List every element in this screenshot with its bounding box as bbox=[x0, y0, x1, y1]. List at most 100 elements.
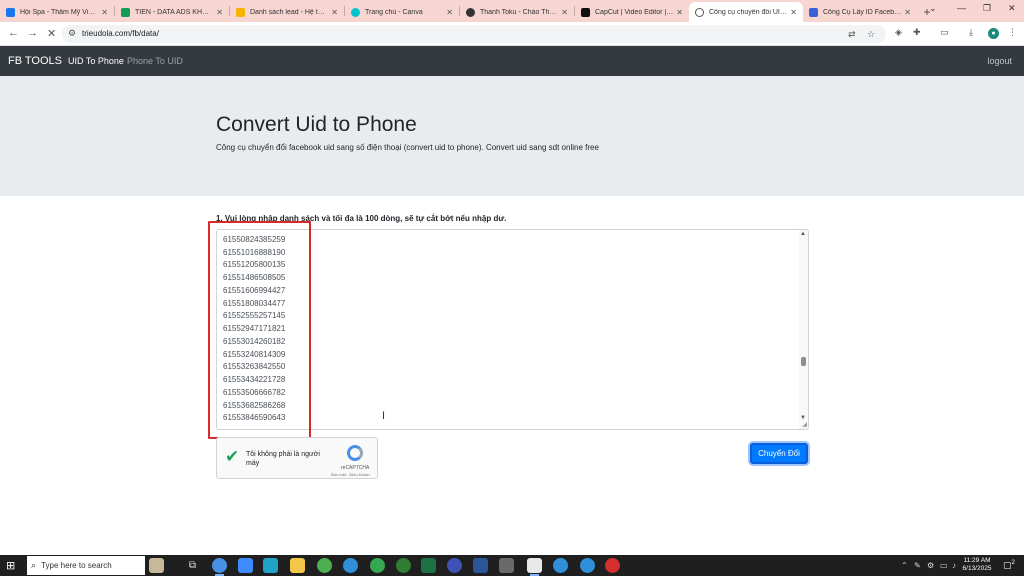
scroll-up-icon[interactable]: ▲ bbox=[800, 231, 806, 237]
cast-icon[interactable]: ▭ bbox=[940, 27, 949, 38]
recaptcha-brand: reCAPTCHA bbox=[341, 465, 370, 471]
browser-tab[interactable]: TIỀN - DATA ADS KHỐI KD ✕ bbox=[115, 2, 229, 22]
uid-line: 61553506666782 bbox=[223, 387, 286, 397]
app-2-icon[interactable] bbox=[499, 558, 514, 573]
taskbar-clock[interactable]: 11:29 AM 6/13/2025 bbox=[960, 557, 994, 573]
browser-tab-active[interactable]: Công cụ chuyển đổi UID s ✕ bbox=[689, 2, 803, 22]
uid-line: 61551205800135 bbox=[223, 260, 286, 270]
window-close-icon[interactable]: ✕ bbox=[1008, 3, 1016, 14]
loading-icon bbox=[695, 7, 704, 17]
windows-start-icon[interactable]: ⊞ bbox=[6, 559, 15, 572]
uid-line: 61552555257145 bbox=[223, 311, 286, 321]
site-info-icon[interactable]: ⚙ bbox=[68, 28, 76, 39]
browser-tab[interactable]: Hội Spa - Thẩm Mỹ Viện Q ✕ bbox=[0, 2, 114, 22]
close-icon[interactable]: ✕ bbox=[101, 8, 108, 17]
uid-line: 61553263842550 bbox=[223, 362, 286, 372]
browser-tab[interactable]: Công Cụ Lấy ID Facebook ✕ bbox=[803, 2, 917, 22]
minimize-icon[interactable]: — bbox=[957, 3, 966, 13]
scroll-thumb[interactable] bbox=[801, 356, 806, 366]
close-icon[interactable]: ✕ bbox=[676, 8, 683, 17]
browser-app-icon[interactable] bbox=[343, 558, 358, 573]
capcut-icon bbox=[581, 7, 590, 17]
uid-list-label: 1. Vui lòng nhập danh sách và tối đa là … bbox=[216, 214, 507, 223]
recaptcha-logo-icon bbox=[347, 445, 363, 461]
browser-tab[interactable]: CapCut | Video Editor | All ✕ bbox=[575, 2, 689, 22]
nav-phone-to-uid[interactable]: Phone To UID bbox=[127, 56, 183, 66]
puzzle-icon[interactable]: ✚ bbox=[913, 27, 921, 38]
close-icon[interactable]: ✕ bbox=[216, 8, 223, 17]
bookmark-star-icon[interactable]: ☆ bbox=[867, 29, 875, 40]
brand-logo[interactable]: FB TOOLS bbox=[8, 55, 62, 67]
word-icon[interactable] bbox=[473, 558, 488, 573]
resize-handle-icon[interactable]: ◢ bbox=[802, 421, 807, 428]
tab-search-icon[interactable]: ⌄ bbox=[929, 3, 937, 14]
forward-icon[interactable]: → bbox=[27, 27, 38, 39]
capcut-app-icon[interactable] bbox=[527, 558, 542, 576]
profile-avatar[interactable]: ● bbox=[988, 28, 999, 39]
page-title: Convert Uid to Phone bbox=[216, 113, 417, 136]
browser-tab[interactable]: Thanh Toku - Chào Thanh ✕ bbox=[460, 2, 574, 22]
meet-icon[interactable]: ⚙ bbox=[927, 561, 934, 570]
chrome-profile-3-icon[interactable] bbox=[396, 558, 411, 573]
chrome-icon[interactable] bbox=[212, 558, 227, 576]
edge-icon[interactable] bbox=[263, 558, 278, 573]
browser-tab[interactable]: Danh sách lead - Hệ thống ✕ bbox=[230, 2, 344, 22]
close-icon[interactable]: ✕ bbox=[790, 8, 797, 17]
address-bar[interactable]: ⚙ trieudola.com/fb/data/ ⇄ ☆ bbox=[62, 25, 886, 43]
translate-icon[interactable]: ⇄ bbox=[848, 29, 856, 40]
recaptcha-links[interactable]: Bảo mật - Điều khoản bbox=[331, 472, 370, 477]
excel-icon[interactable] bbox=[421, 558, 436, 573]
zalo-icon[interactable] bbox=[238, 558, 253, 573]
page-subtitle: Công cụ chuyển đổi facebook uid sang số … bbox=[216, 143, 599, 152]
facebook-icon bbox=[6, 7, 15, 17]
convert-button[interactable]: Chuyển Đổi bbox=[750, 443, 808, 464]
app-icon[interactable] bbox=[447, 558, 462, 573]
file-explorer-icon[interactable] bbox=[290, 558, 305, 573]
app-5-icon[interactable] bbox=[605, 558, 620, 573]
app-4-icon[interactable] bbox=[580, 558, 595, 573]
app-3-icon[interactable] bbox=[553, 558, 568, 573]
network-icon[interactable]: ▭ bbox=[940, 561, 948, 570]
chrome-profile-2-icon[interactable] bbox=[370, 558, 385, 573]
news-widget-icon[interactable] bbox=[149, 558, 164, 573]
download-icon[interactable]: ⤓ bbox=[969, 27, 973, 38]
menu-icon[interactable]: ⋮ bbox=[1008, 27, 1017, 38]
chrome-profile-icon[interactable] bbox=[317, 558, 332, 573]
textarea-scrollbar[interactable]: ▲ ▼ bbox=[799, 230, 808, 429]
uid-line: 61553240814309 bbox=[223, 349, 286, 359]
uid-line: 61551606994427 bbox=[223, 285, 286, 295]
uid-lines: 6155050668201161550824385259615510168881… bbox=[223, 230, 286, 425]
windows-taskbar: ⊞ ⌕ Type here to search ⧉ ⌃ ✎ ⚙ ▭ ♪ 11:2… bbox=[0, 555, 1024, 576]
search-icon: ⌕ bbox=[31, 560, 37, 570]
nav-uid-to-phone[interactable]: UID To Phone bbox=[68, 56, 124, 66]
recaptcha-widget[interactable]: ✔ Tôi không phải là người máy reCAPTCHA … bbox=[216, 437, 378, 479]
logout-link[interactable]: logout bbox=[987, 56, 1012, 66]
uid-line: 61553434221728 bbox=[223, 375, 286, 384]
uid-line: 61553846590643 bbox=[223, 413, 286, 423]
tray-chevron-icon[interactable]: ⌃ bbox=[901, 561, 908, 570]
uid-line: 61551016888190 bbox=[223, 247, 286, 257]
uid-list-textarea[interactable]: 6155050668201161550824385259615510168881… bbox=[216, 229, 809, 430]
text-cursor-icon: I bbox=[382, 410, 386, 422]
volume-icon[interactable]: ♪ bbox=[952, 561, 956, 570]
close-icon[interactable]: ✕ bbox=[904, 8, 911, 17]
taskbar-search[interactable]: ⌕ Type here to search bbox=[27, 556, 145, 575]
stop-icon[interactable]: ✕ bbox=[47, 27, 56, 40]
uid-line: 61552947171821 bbox=[223, 324, 286, 333]
close-icon[interactable]: ✕ bbox=[561, 8, 568, 17]
notification-icon[interactable]: ▢2 bbox=[1003, 560, 1015, 571]
browser-tab-strip: Hội Spa - Thẩm Mỹ Viện Q ✕ TIỀN - DATA AD… bbox=[0, 0, 1024, 22]
threads-icon bbox=[466, 7, 475, 17]
close-icon[interactable]: ✕ bbox=[446, 8, 453, 17]
task-view-icon[interactable]: ⧉ bbox=[185, 558, 200, 573]
maximize-icon[interactable]: ❐ bbox=[983, 3, 991, 14]
browser-tab[interactable]: Trang chủ - Canva ✕ bbox=[345, 2, 459, 22]
uid-line: 61551486508505 bbox=[223, 273, 286, 282]
uid-line: 61553682586268 bbox=[223, 400, 286, 410]
extension-icon[interactable]: ◈ bbox=[895, 27, 902, 38]
canva-icon bbox=[351, 7, 360, 17]
back-icon[interactable]: ← bbox=[8, 27, 19, 39]
close-icon[interactable]: ✕ bbox=[331, 8, 338, 17]
pen-icon[interactable]: ✎ bbox=[914, 561, 921, 570]
checkmark-icon[interactable]: ✔ bbox=[225, 447, 239, 467]
